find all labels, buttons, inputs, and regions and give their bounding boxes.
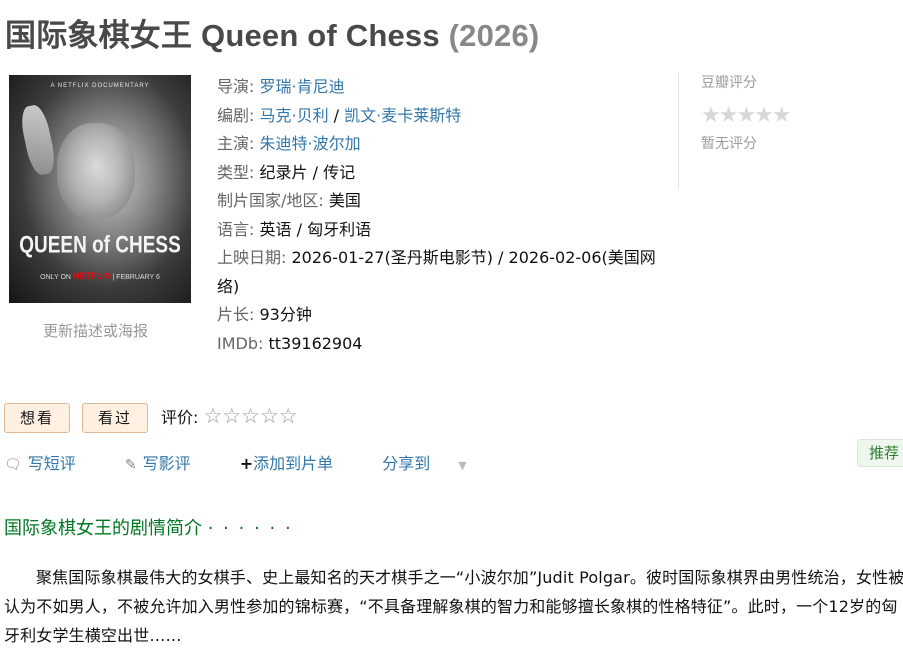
poster-footer: ONLY ON NETFLIX | FEBRUARY 6 [9,271,191,281]
rating-title: 豆瓣评分 [701,75,757,91]
recommend-button[interactable]: 推荐 [857,439,903,467]
info-label: 编剧 [217,105,250,125]
info-release: 上映日期: 2026-01-27(圣丹斯电影节) / 2026-02-06(美国… [217,244,672,301]
share-label: 分享到 [382,454,431,473]
page-title: 国际象棋女王 Queen of Chess (2026) [5,10,539,55]
poster-only-on: ONLY ON [40,274,71,281]
cast-link[interactable]: 朱迪特·波尔加 [260,134,361,153]
info-value: 英语 / 匈牙利语 [259,219,372,239]
poster-title: QUEEN of CHESS [19,232,181,259]
write-short-review-link[interactable]: 🗨︎ 写短评 [4,454,98,473]
summary-title: 国际象棋女王的剧情简介 [4,518,202,539]
chevron-down-icon: ▼ [458,459,467,472]
director-link[interactable]: 罗瑞·肯尼迪 [260,77,345,96]
info-runtime: 片长: 93分钟 [217,301,677,330]
poster-hand-shape [18,103,58,177]
pencil-icon: ✎ [124,457,137,473]
poster-top-text: A NETFLIX DOCUMENTARY [50,83,150,89]
write-review-link[interactable]: ✎ 写影评 [125,454,213,473]
update-poster-link[interactable]: 更新描述或海报 [43,320,148,341]
info-director: 导演: 罗瑞·肯尼迪 [217,77,345,96]
info-value: 纪录片 / 传记 [259,162,356,182]
info-label: 类型: [217,162,255,182]
action-links: 🗨︎ 写短评 ✎ 写影评 +添加到片单 分享到 ▼ [4,450,511,474]
add-to-list-link[interactable]: +添加到片单 [240,454,355,473]
title-year: (2026) [448,18,540,53]
info-label: 片长: [217,305,255,324]
plus-icon: + [239,454,254,473]
summary-heading: 国际象棋女王的剧情简介 · · · · · · [4,514,293,540]
info-value: tt39162904 [268,333,363,353]
poster-netflix-logo: NETFLIX [72,271,111,281]
write-short-label: 写短评 [27,454,76,473]
writer-link[interactable]: 马克·贝利 [260,106,329,125]
summary-text: 聚焦国际象棋最伟大的女棋手、史上最知名的天才棋手之一“小波尔加”Judit Po… [4,568,903,645]
watched-button[interactable]: 看过 [82,403,148,433]
summary-dots: · · · · · · [207,518,293,539]
share-dropdown[interactable]: 分享到 ▼ [382,454,488,473]
info-cast: 主演: 朱迪特·波尔加 [217,134,361,153]
info-genre: 类型: 纪录片 / 传记 [217,159,677,188]
rate-stars-icon[interactable]: ☆☆☆☆☆ [204,404,298,428]
info-label: 制片国家/地区: [217,191,324,210]
info-label: 导演 [217,77,250,96]
info-value: 美国 [328,191,361,210]
want-to-watch-button[interactable]: 想看 [4,403,70,433]
info-label: 语言: [217,219,255,239]
write-review-label: 写影评 [142,454,191,473]
poster-date: | FEBRUARY 6 [112,274,160,281]
title-main: 国际象棋女王 Queen of Chess [5,18,440,53]
writer-link[interactable]: 凯文·麦卡莱斯特 [344,106,461,125]
info-imdb: IMDb: tt39162904 [217,330,677,359]
movie-poster[interactable]: A NETFLIX DOCUMENTARY QUEEN of CHESS ONL… [9,75,191,303]
rating-none-text: 暂无评分 [701,136,757,152]
rate-label: 评价: [161,408,199,427]
rate-control: 评价: ☆☆☆☆☆ [161,404,298,428]
info-language: 语言: 英语 / 匈牙利语 [217,216,677,245]
info-country: 制片国家/地区: 美国 [217,187,677,216]
info-label: IMDb: [217,333,264,353]
info-writer: 编剧: 马克·贝利 / 凯文·麦卡莱斯特 [217,105,462,125]
info-value: 93分钟 [259,305,312,324]
add-list-label: 添加到片单 [253,454,334,473]
movie-info: 导演: 罗瑞·肯尼迪 编剧: 马克·贝利 / 凯文·麦卡莱斯特 主演: 朱迪特·… [217,73,677,358]
rating-stars-icon: ★★★★★ [701,103,792,128]
info-label: 上映日期: [217,248,287,267]
info-label: 主演 [217,134,250,153]
rating-box: 豆瓣评分 ★★★★★ 暂无评分 [678,73,792,189]
poster-face-shape [57,123,135,219]
comment-icon: 🗨︎ [4,457,22,473]
